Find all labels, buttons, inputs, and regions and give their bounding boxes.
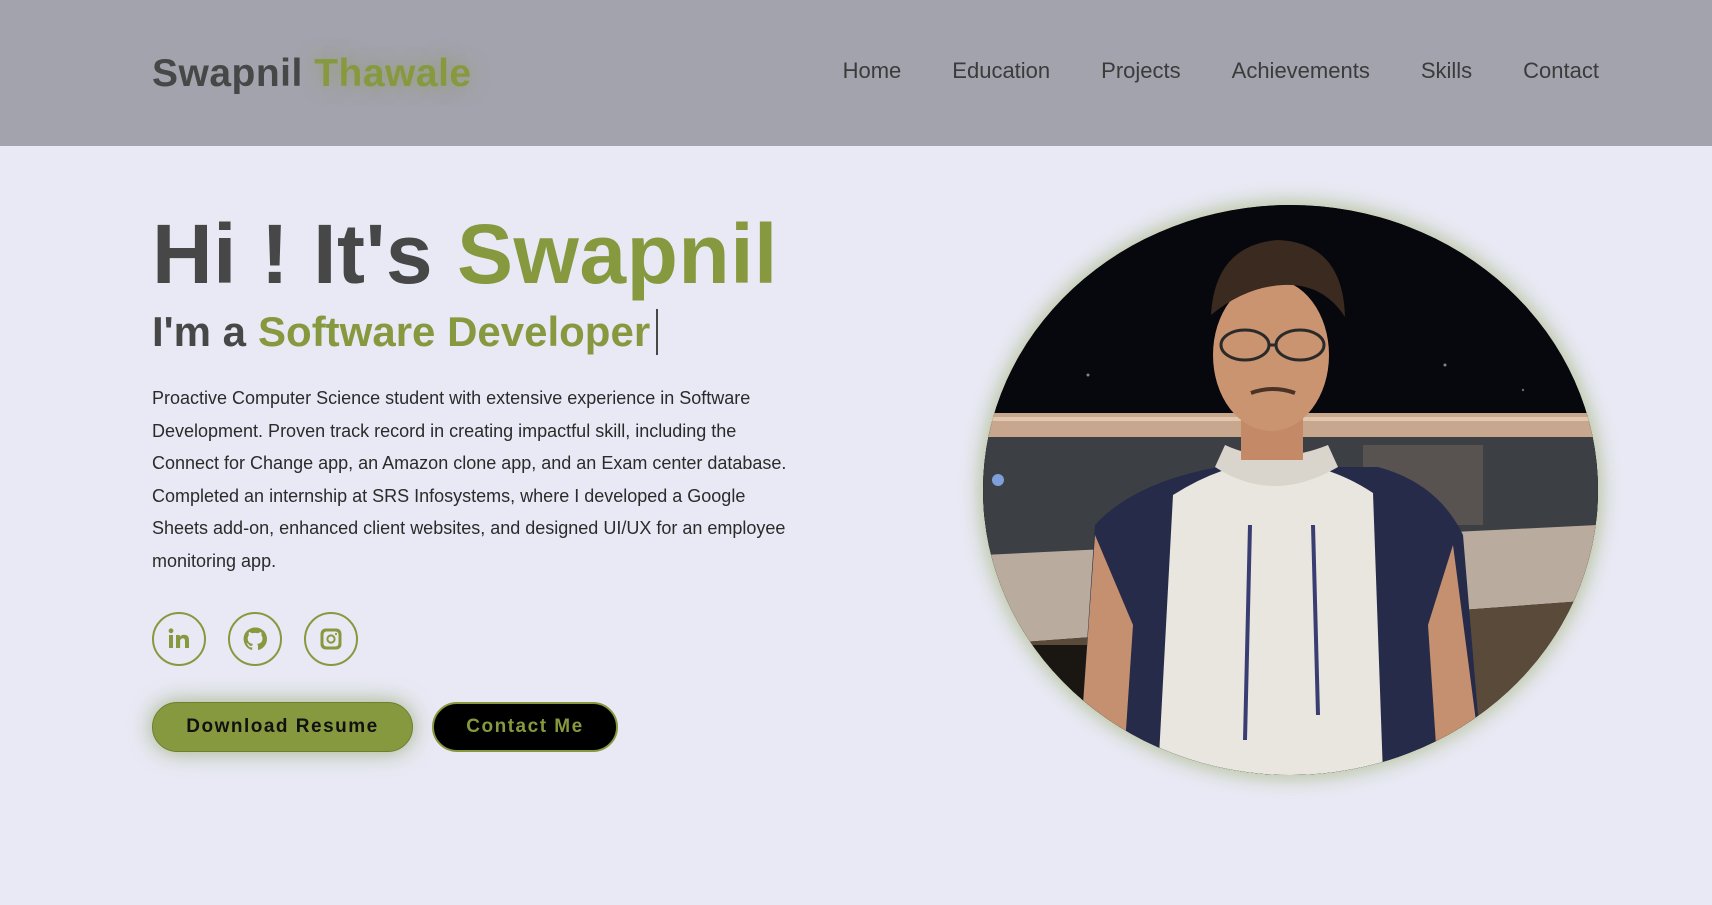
- hero-title: Hi ! It's Swapnil: [152, 206, 778, 303]
- nav-education[interactable]: Education: [952, 58, 1050, 84]
- contact-me-button[interactable]: Contact Me: [432, 702, 618, 752]
- profile-photo: [983, 205, 1598, 775]
- hero-name: Swapnil: [457, 207, 778, 301]
- hero-role-text: Software Developer: [258, 308, 651, 355]
- nav-contact[interactable]: Contact: [1523, 58, 1599, 84]
- nav-achievements[interactable]: Achievements: [1232, 58, 1370, 84]
- typing-cursor: [656, 309, 659, 355]
- download-resume-button[interactable]: Download Resume: [152, 702, 413, 752]
- linkedin-icon: [168, 628, 189, 648]
- linkedin-link[interactable]: [152, 612, 206, 666]
- about-text: Proactive Computer Science student with …: [152, 388, 787, 571]
- logo[interactable]: Swapnil Thawale: [152, 52, 472, 96]
- main-nav: Home Education Projects Achievements Ski…: [843, 58, 1599, 84]
- logo-first-name: Swapnil: [152, 52, 303, 95]
- profile-photo-illustration: [983, 205, 1598, 775]
- github-link[interactable]: [228, 612, 282, 666]
- instagram-link[interactable]: [304, 612, 358, 666]
- site-header: Swapnil Thawale Home Education Projects …: [0, 0, 1712, 146]
- github-icon: [243, 627, 267, 651]
- nav-skills[interactable]: Skills: [1421, 58, 1472, 84]
- hero-role-prefix: I'm a: [152, 308, 247, 355]
- social-links: [152, 612, 358, 666]
- logo-last-name: Thawale: [314, 52, 472, 95]
- hero-role: I'm a Software Developer: [152, 308, 659, 356]
- instagram-icon: [320, 628, 342, 650]
- hero-greeting: Hi ! It's: [152, 207, 434, 301]
- nav-home[interactable]: Home: [843, 58, 902, 84]
- nav-projects[interactable]: Projects: [1101, 58, 1180, 84]
